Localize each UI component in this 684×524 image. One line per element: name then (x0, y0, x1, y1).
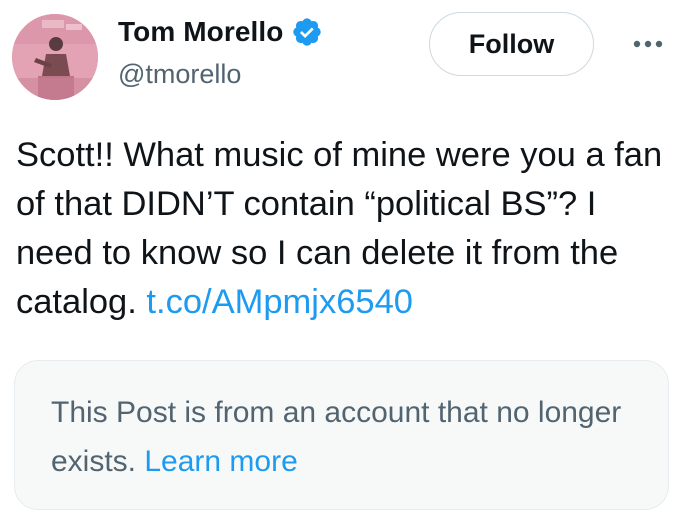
avatar-image (12, 14, 98, 100)
verified-badge-icon[interactable] (291, 16, 323, 48)
tweet-link[interactable]: t.co/AMpmjx6540 (146, 283, 413, 321)
notice-text: This Post is from an account that no lon… (51, 396, 622, 478)
name-row: Tom Morello (118, 12, 323, 52)
follow-button[interactable]: Follow (429, 12, 594, 76)
ellipsis-icon (633, 40, 663, 48)
unavailable-post-notice: This Post is from an account that no lon… (14, 360, 669, 510)
tweet-header: Tom Morello @tmorello Follow (0, 0, 684, 110)
learn-more-link[interactable]: Learn more (144, 445, 297, 478)
author-display-name[interactable]: Tom Morello (118, 16, 283, 48)
more-options-button[interactable] (624, 20, 672, 68)
notice-body: This Post is from an account that no lon… (51, 388, 641, 486)
author-info: Tom Morello @tmorello (118, 12, 323, 92)
author-handle[interactable]: @tmorello (118, 56, 323, 92)
author-avatar[interactable] (12, 14, 98, 100)
tweet-body: Scott!! What music of mine were you a fa… (16, 131, 676, 327)
